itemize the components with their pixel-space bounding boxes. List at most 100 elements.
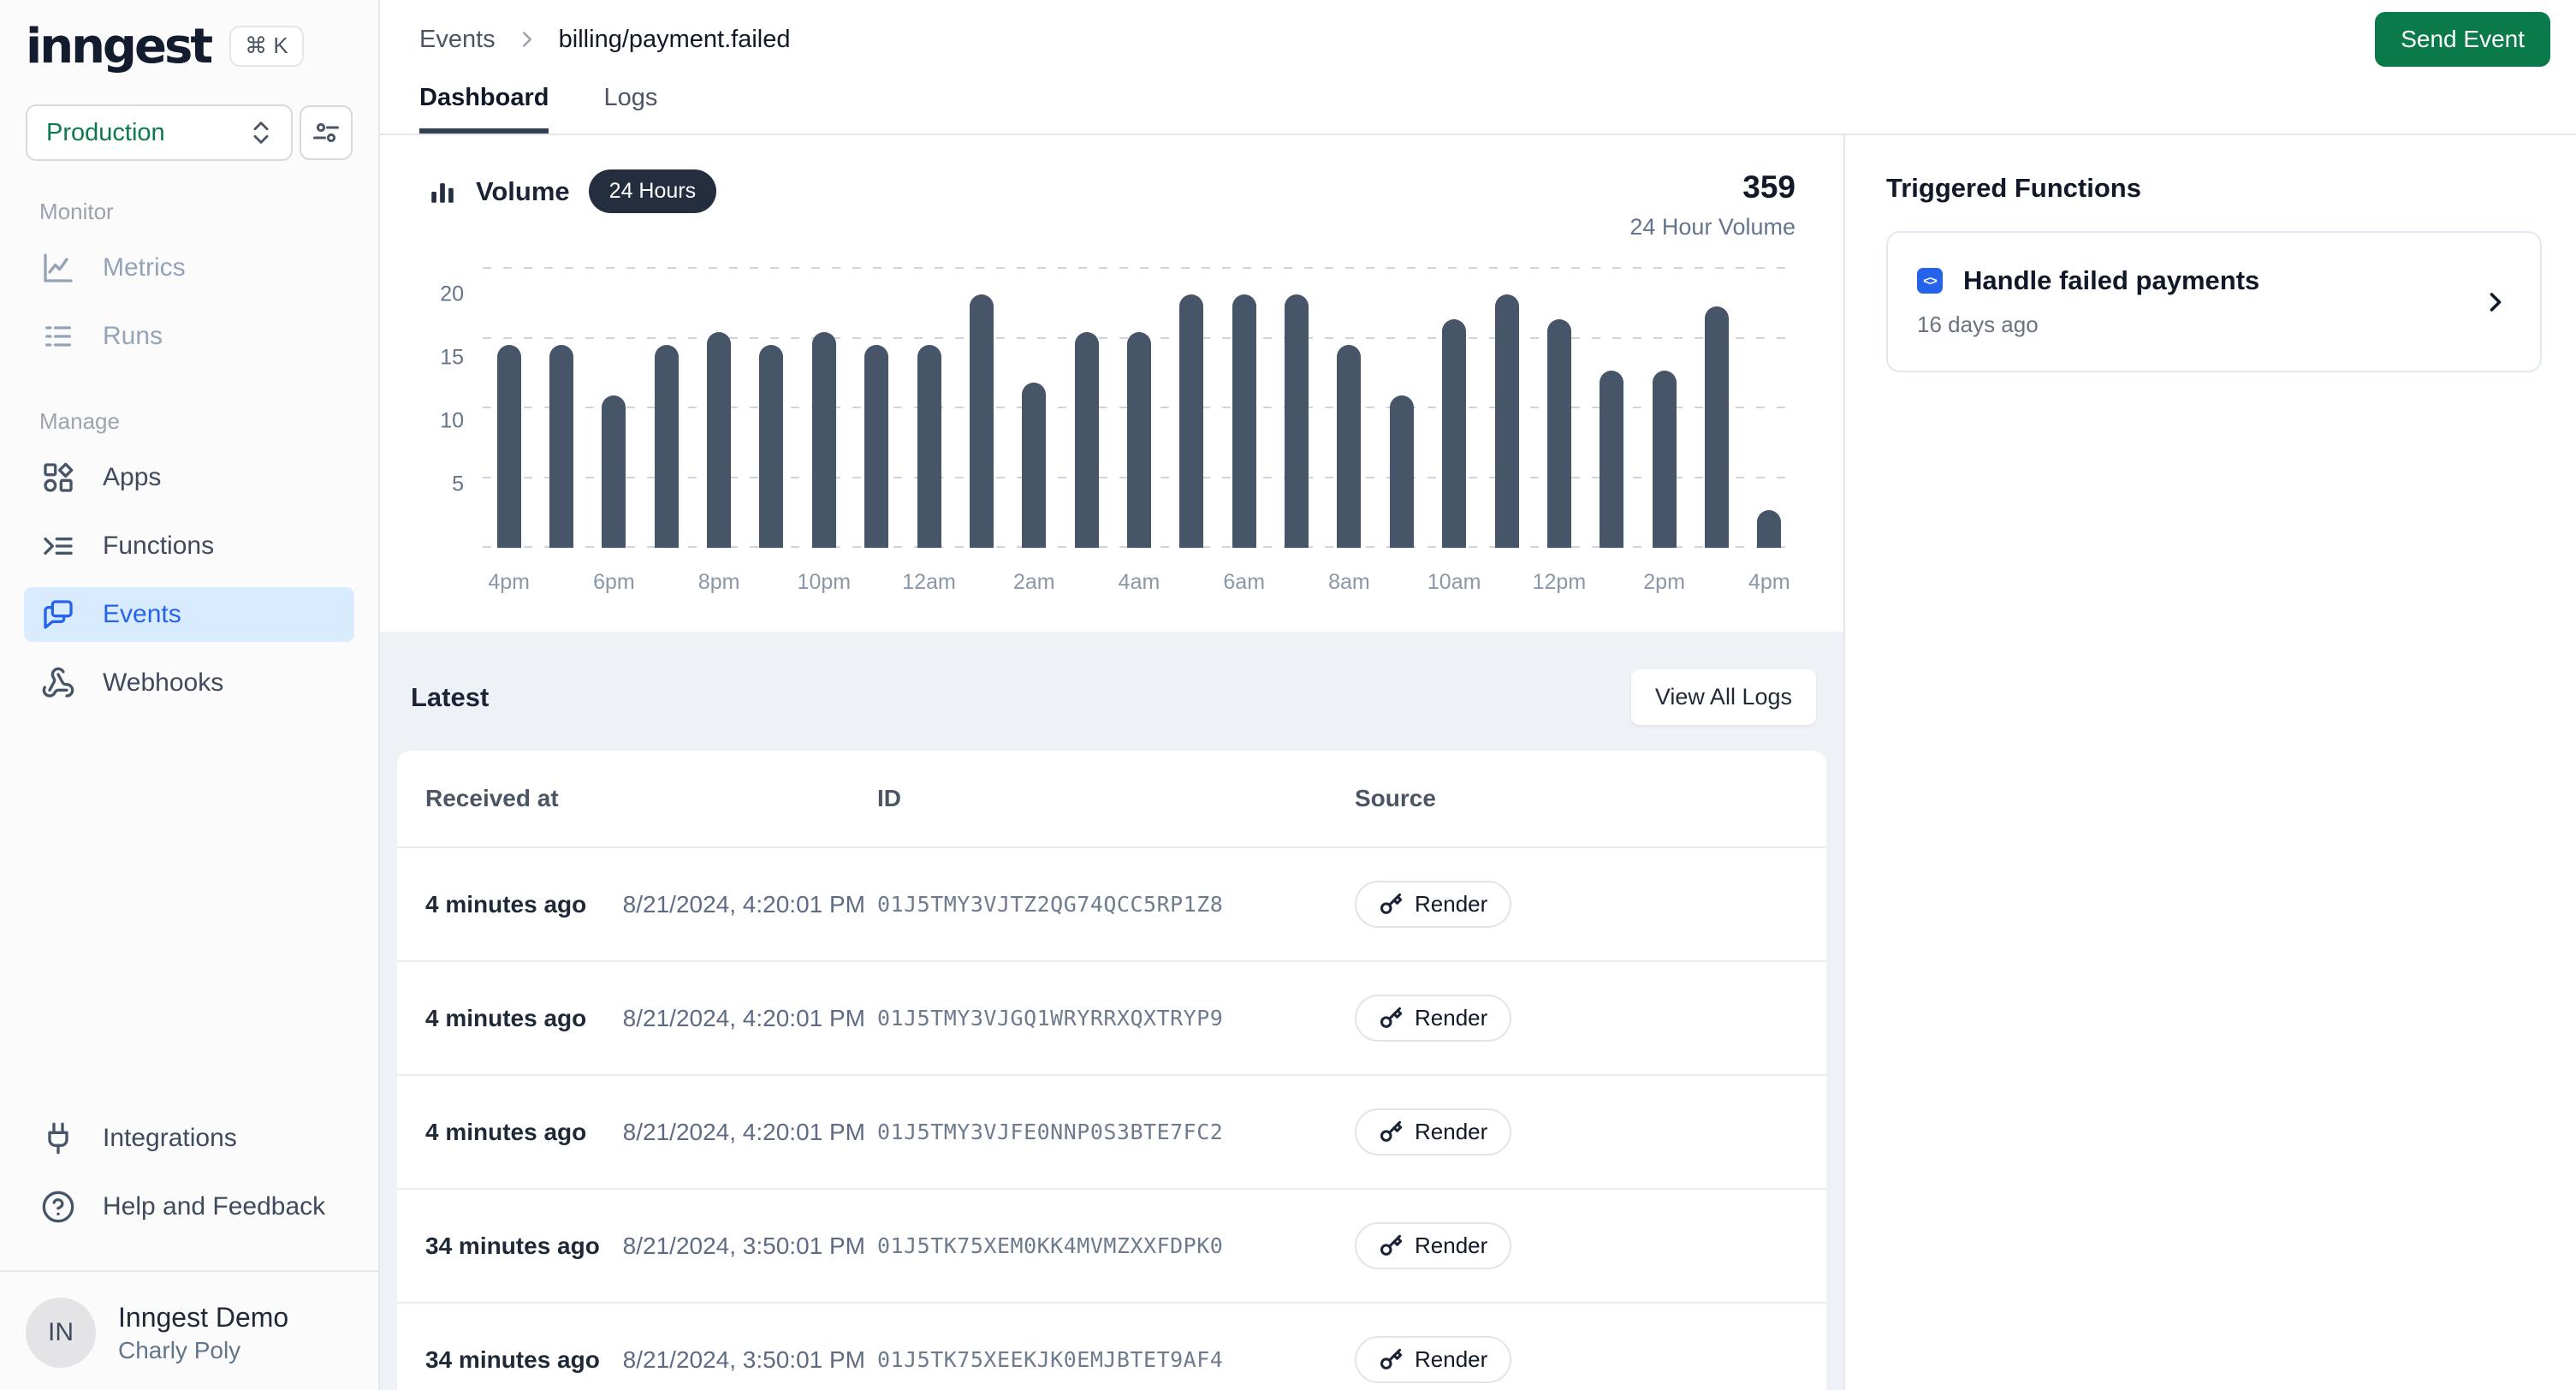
triggered-function-card[interactable]: <> Handle failed payments 16 days ago (1886, 231, 2542, 372)
volume-bar-6am-14[interactable] (1232, 294, 1256, 548)
sidebar-nav: MonitorMetricsRunsManageAppsFunctionsEve… (0, 199, 378, 724)
sliders-icon (311, 117, 341, 148)
sidebar-item-help-and-feedback[interactable]: Help and Feedback (24, 1179, 354, 1234)
volume-bar-6pm-2[interactable] (602, 395, 626, 548)
nav-section-label: Monitor (24, 199, 354, 225)
list-icon (39, 319, 77, 353)
volume-bar-1am-9[interactable] (970, 294, 994, 548)
sidebar-footer-nav: Integrations Help and Feedback (0, 1111, 378, 1248)
source-name: Render (1415, 1233, 1487, 1259)
event-row[interactable]: 4 minutes ago8/21/2024, 4:20:01 PM01J5TM… (397, 846, 1826, 960)
volume-bar-4am-12[interactable] (1127, 332, 1151, 548)
volume-bar-2pm-22[interactable] (1653, 371, 1677, 548)
volume-bar-11pm-7[interactable] (864, 345, 888, 548)
sidebar-item-functions[interactable]: Functions (24, 519, 354, 573)
volume-bar-7pm-3[interactable] (655, 345, 679, 548)
volume-bar-7am-15[interactable] (1285, 294, 1309, 548)
event-id: 01J5TMY3VJFE0NNP0S3BTE7FC2 (877, 1120, 1355, 1144)
time-range-badge[interactable]: 24 Hours (589, 169, 716, 213)
x-axis-label: 12am (902, 570, 956, 595)
volume-bar-5pm-1[interactable] (549, 345, 573, 548)
sidebar-item-apps[interactable]: Apps (24, 450, 354, 505)
function-icon: <> (1917, 268, 1943, 294)
volume-bar-12am-8[interactable] (917, 345, 941, 548)
volume-bar-9pm-5[interactable] (759, 345, 783, 548)
x-axis-label: 6pm (593, 570, 635, 595)
volume-bar-3am-11[interactable] (1075, 332, 1099, 548)
function-name: Handle failed payments (1963, 265, 2259, 296)
key-icon (1379, 893, 1403, 917)
send-event-button[interactable]: Send Event (2375, 12, 2550, 67)
source-badge[interactable]: Render (1355, 881, 1511, 928)
source-badge[interactable]: Render (1355, 1336, 1511, 1383)
volume-bar-1pm-21[interactable] (1600, 371, 1623, 548)
tab-logs[interactable]: Logs (603, 79, 657, 134)
source-badge[interactable]: Render (1355, 1222, 1511, 1269)
tab-bar: Dashboard Logs (380, 79, 2576, 135)
sidebar-item-webhooks[interactable]: Webhooks (24, 656, 354, 710)
sidebar-item-integrations[interactable]: Integrations (24, 1111, 354, 1166)
volume-bar-12pm-20[interactable] (1547, 319, 1571, 548)
received-at-cell: 4 minutes ago8/21/2024, 4:20:01 PM (425, 891, 877, 918)
x-axis-label: 4am (1119, 570, 1160, 595)
sidebar-item-metrics[interactable]: Metrics (24, 241, 354, 295)
absolute-time: 8/21/2024, 4:20:01 PM (623, 891, 865, 918)
environment-selector[interactable]: Production (26, 104, 293, 161)
source-cell: Render (1355, 1222, 1798, 1269)
tab-dashboard[interactable]: Dashboard (419, 79, 549, 134)
sidebar-item-events[interactable]: Events (24, 587, 354, 642)
volume-bar-8am-16[interactable] (1337, 345, 1361, 548)
user-menu[interactable]: IN Inngest Demo Charly Poly (0, 1272, 378, 1368)
breadcrumb-events-link[interactable]: Events (419, 26, 496, 54)
apps-icon (39, 460, 77, 495)
volume-bar-4pm-24[interactable] (1757, 510, 1781, 548)
command-k-shortcut[interactable]: ⌘ K (229, 26, 304, 66)
inngest-logo: inngest (26, 19, 211, 74)
volume-bar-8pm-4[interactable] (707, 332, 731, 548)
help-icon (39, 1190, 77, 1224)
received-at-cell: 34 minutes ago8/21/2024, 3:50:01 PM (425, 1346, 877, 1374)
app-root: inngest ⌘ K Production Monitor Metrics Run… (0, 0, 2576, 1390)
function-last-run: 16 days ago (1917, 312, 2259, 338)
key-icon (1379, 1007, 1403, 1031)
key-icon (1379, 1348, 1403, 1372)
volume-chart-section: Volume 24 Hours 359 24 Hour Volume 51015… (380, 135, 1843, 632)
event-row[interactable]: 34 minutes ago8/21/2024, 3:50:01 PM01J5T… (397, 1302, 1826, 1390)
chart-gridline (483, 267, 1795, 269)
source-badge[interactable]: Render (1355, 995, 1511, 1042)
x-axis-label: 10am (1427, 570, 1481, 595)
volume-bar-9am-17[interactable] (1390, 395, 1414, 548)
environment-settings-button[interactable] (300, 105, 353, 160)
source-cell: Render (1355, 1336, 1798, 1383)
volume-bar-10pm-6[interactable] (812, 332, 836, 548)
x-axis-label: 8am (1328, 570, 1370, 595)
breadcrumb: Events billing/payment.failed (419, 26, 791, 54)
chevrons-up-down-icon (246, 118, 276, 147)
volume-bar-10am-18[interactable] (1442, 319, 1466, 548)
volume-bar-5am-13[interactable] (1179, 294, 1203, 548)
view-all-logs-button[interactable]: View All Logs (1631, 669, 1816, 725)
sidebar-item-runs[interactable]: Runs (24, 309, 354, 364)
x-axis-label: 2am (1013, 570, 1055, 595)
received-at-cell: 34 minutes ago8/21/2024, 3:50:01 PM (425, 1233, 877, 1260)
volume-bar-3pm-23[interactable] (1705, 306, 1729, 548)
received-at-cell: 4 minutes ago8/21/2024, 4:20:01 PM (425, 1005, 877, 1032)
event-id: 01J5TMY3VJTZ2QG74QCC5RP1Z8 (877, 892, 1355, 917)
volume-bar-2am-10[interactable] (1022, 383, 1046, 548)
event-row[interactable]: 4 minutes ago8/21/2024, 4:20:01 PM01J5TM… (397, 1074, 1826, 1188)
sidebar: inngest ⌘ K Production Monitor Metrics Run… (0, 0, 380, 1390)
sidebar-item-label: Events (103, 600, 181, 629)
chevron-right-icon (514, 27, 540, 52)
volume-bar-11am-19[interactable] (1495, 294, 1519, 548)
top-header: Events billing/payment.failed Send Event (380, 0, 2576, 79)
chevron-right-icon (2480, 287, 2511, 318)
event-id: 01J5TMY3VJGQ1WRYRRXQXTRYP9 (877, 1006, 1355, 1031)
volume-bar-4pm-0[interactable] (497, 345, 521, 548)
user-org-name: Inngest Demo (118, 1302, 288, 1334)
chart-title: Volume (476, 176, 570, 207)
event-row[interactable]: 34 minutes ago8/21/2024, 3:50:01 PM01J5T… (397, 1188, 1826, 1302)
event-row[interactable]: 4 minutes ago8/21/2024, 4:20:01 PM01J5TM… (397, 960, 1826, 1074)
absolute-time: 8/21/2024, 3:50:01 PM (623, 1233, 865, 1260)
absolute-time: 8/21/2024, 4:20:01 PM (623, 1005, 865, 1032)
source-badge[interactable]: Render (1355, 1108, 1511, 1155)
